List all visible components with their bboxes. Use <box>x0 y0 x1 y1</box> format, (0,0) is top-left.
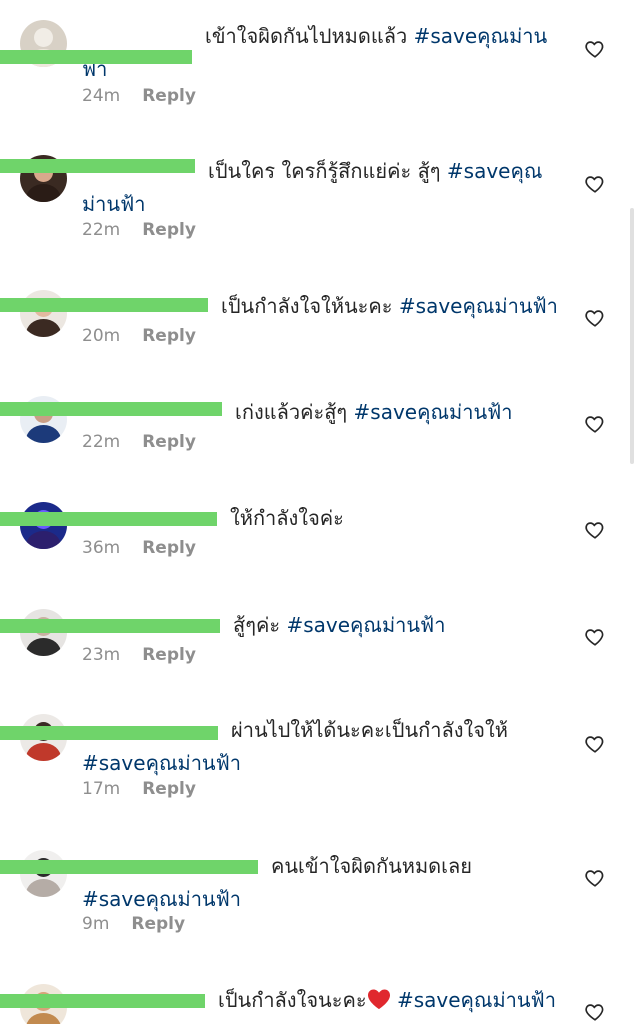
like-button[interactable] <box>584 733 606 755</box>
comment-meta: 9m Reply <box>82 914 185 934</box>
like-button[interactable] <box>584 1001 606 1023</box>
like-button[interactable] <box>584 38 606 60</box>
username-redaction <box>0 726 218 740</box>
heart-icon <box>584 38 606 60</box>
hashtag-link[interactable]: #saveคุณม่านฟ้า <box>399 294 558 318</box>
username-redaction <box>0 512 217 526</box>
like-button[interactable] <box>584 413 606 435</box>
username-redaction <box>0 994 205 1008</box>
comment-meta: 22m Reply <box>82 220 196 240</box>
comment-meta: 23m Reply <box>82 645 196 665</box>
comment-meta: 36m Reply <box>82 538 196 558</box>
reply-button[interactable]: Reply <box>142 86 196 106</box>
red-heart-emoji <box>367 989 390 1009</box>
like-button[interactable] <box>584 307 606 329</box>
heart-icon <box>584 307 606 329</box>
heart-icon <box>584 733 606 755</box>
like-button[interactable] <box>584 519 606 541</box>
comment-meta: 22m Reply <box>82 432 196 452</box>
reply-button[interactable]: Reply <box>142 432 196 452</box>
reply-button[interactable]: Reply <box>142 779 196 799</box>
reply-button[interactable]: Reply <box>142 538 196 558</box>
comment-body: คนเข้าใจผิดกันหมดเลย <box>271 854 472 878</box>
like-button[interactable] <box>584 626 606 648</box>
comment-body: สู้ๆค่ะ <box>233 613 281 637</box>
hashtag-link[interactable]: #saveคุณม่านฟ้า <box>354 400 513 424</box>
heart-icon <box>584 519 606 541</box>
like-button[interactable] <box>584 867 606 889</box>
comment-meta: 20m Reply <box>82 326 196 346</box>
timestamp: 17m <box>82 779 121 799</box>
timestamp: 24m <box>82 86 121 106</box>
heart-icon <box>584 626 606 648</box>
reply-button[interactable]: Reply <box>142 220 196 240</box>
username-redaction <box>0 402 222 416</box>
heart-icon <box>584 173 606 195</box>
heart-icon <box>584 867 606 889</box>
timestamp: 23m <box>82 645 121 665</box>
username-redaction <box>0 619 220 633</box>
comment-body: ให้กำลังใจค่ะ <box>230 506 344 530</box>
comment-meta: 17m Reply <box>82 779 196 799</box>
comment-body: ผ่านไปให้ได้นะคะเป็นกำลังใจให้ <box>231 718 508 742</box>
username-redaction <box>0 50 192 64</box>
username-redaction <box>0 298 208 312</box>
timestamp: 22m <box>82 432 121 452</box>
timestamp: 20m <box>82 326 121 346</box>
hashtag-link[interactable]: #saveคุณม่านฟ้า <box>82 887 241 911</box>
hashtag-link[interactable]: #saveคุณม่านฟ้า <box>286 613 445 637</box>
heart-icon <box>584 413 606 435</box>
comment-body: เก่งแล้วค่ะสู้ๆ <box>235 400 348 424</box>
username-redaction <box>0 159 195 173</box>
timestamp: 36m <box>82 538 121 558</box>
comment-body: เป็นใคร ใครก็รู้สึกแย่ค่ะ สู้ๆ <box>208 159 441 183</box>
timestamp: 22m <box>82 220 121 240</box>
timestamp: 9m <box>82 914 110 934</box>
comment-meta: 24m Reply <box>82 86 196 106</box>
comment-body: เป็นกำลังใจนะคะ <box>218 988 367 1012</box>
comment-body: เข้าใจผิดกันไปหมดแล้ว <box>205 24 408 48</box>
heart-icon <box>584 1001 606 1023</box>
hashtag-link[interactable]: #saveคุณม่านฟ้า <box>397 988 556 1012</box>
username-redaction <box>0 860 258 874</box>
reply-button[interactable]: Reply <box>142 645 196 665</box>
scrollbar[interactable] <box>630 208 634 464</box>
like-button[interactable] <box>584 173 606 195</box>
comments-feed: เข้าใจผิดกันไปหมดแล้ว #saveคุณม่านฟ้า 24m… <box>0 0 638 1024</box>
hashtag-link[interactable]: #saveคุณม่านฟ้า <box>82 751 241 775</box>
comment-body: เป็นกำลังใจให้นะคะ <box>221 294 393 318</box>
reply-button[interactable]: Reply <box>131 914 185 934</box>
comment-text: ผ่านไปให้ได้นะคะเป็นกำลังใจให้ #saveคุณม… <box>82 714 562 780</box>
reply-button[interactable]: Reply <box>142 326 196 346</box>
